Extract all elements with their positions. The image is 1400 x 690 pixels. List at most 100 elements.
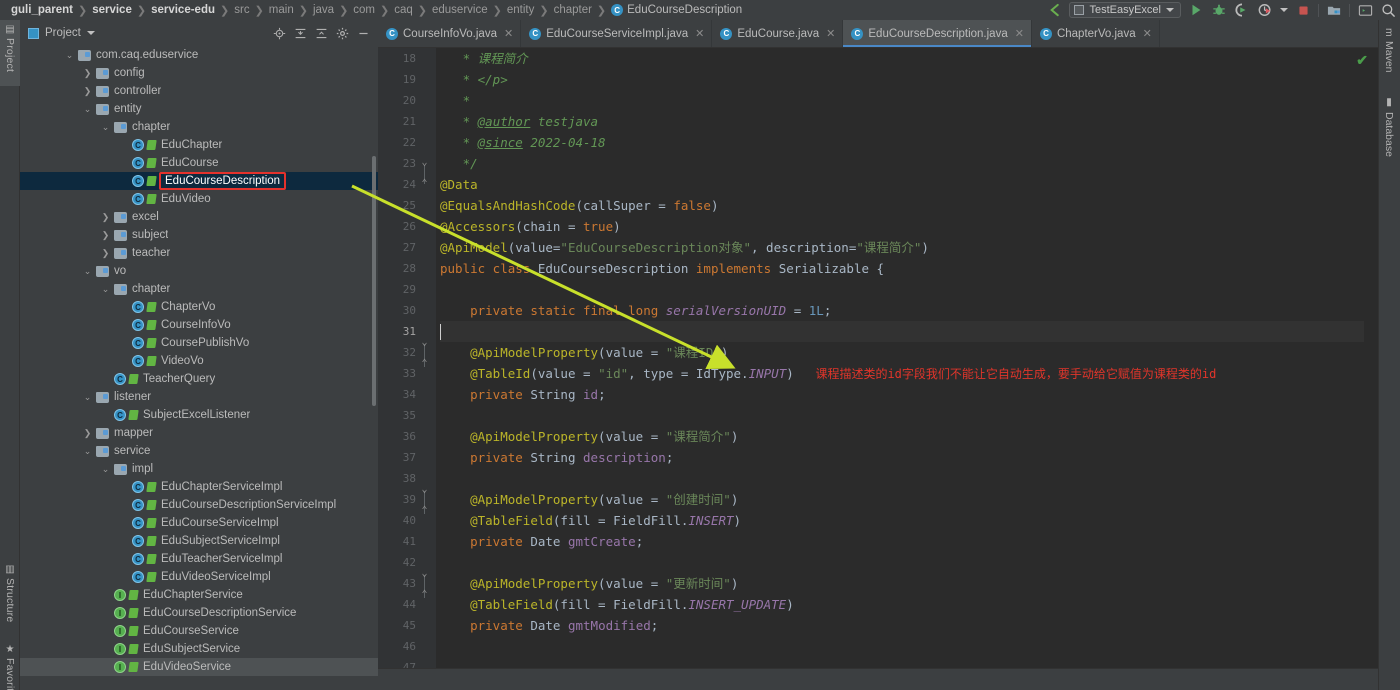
- fold-expand-icon-4[interactable]: ⌃: [419, 589, 430, 600]
- code-line[interactable]: * @since 2022-04-18: [440, 132, 1378, 153]
- tree-item[interactable]: ❯ mapper: [20, 424, 378, 442]
- fold-collapse-icon-4[interactable]: ⌄: [419, 568, 430, 579]
- sidebar-item-project[interactable]: ▤ Project: [0, 20, 20, 86]
- stop-icon[interactable]: [1295, 2, 1311, 18]
- editor-tab[interactable]: C CourseInfoVo.java ✕: [378, 20, 522, 47]
- code-line[interactable]: private static final long serialVersionU…: [440, 300, 1378, 321]
- debug-icon[interactable]: [1211, 2, 1227, 18]
- tree-item[interactable]: C EduCourse: [20, 154, 378, 172]
- tree-item[interactable]: C EduTeacherServiceImpl: [20, 550, 378, 568]
- editor-tab-bar[interactable]: C CourseInfoVo.java ✕ C EduCourseServiceImpl…: [378, 20, 1378, 48]
- code-line[interactable]: [440, 552, 1378, 573]
- tree-item[interactable]: I EduChapterService: [20, 586, 378, 604]
- editor-tab[interactable]: C EduCourseServiceImpl.java ✕: [521, 20, 713, 47]
- tree-item[interactable]: ❯ teacher: [20, 244, 378, 262]
- code-line[interactable]: private Date gmtModified;: [440, 615, 1378, 636]
- editor-tab[interactable]: C ChapterVo.java ✕: [1032, 20, 1160, 47]
- code-line[interactable]: private String description;: [440, 447, 1378, 468]
- run-configuration-selector[interactable]: TestEasyExcel: [1069, 2, 1181, 18]
- chevron-down-icon[interactable]: [86, 31, 95, 35]
- tree-item[interactable]: C CoursePublishVo: [20, 334, 378, 352]
- code-text[interactable]: * 课程简介 * </p> * * @author testjava * @si…: [436, 48, 1378, 668]
- chevron-right-icon[interactable]: ❯: [82, 68, 93, 79]
- chevron-down-icon[interactable]: [1166, 8, 1174, 12]
- code-line[interactable]: @Data: [440, 174, 1378, 195]
- chevron-down-icon[interactable]: ⌄: [82, 104, 93, 115]
- chevron-down-icon[interactable]: ⌄: [82, 392, 93, 403]
- code-line[interactable]: @Accessors(chain = true): [440, 216, 1378, 237]
- run-with-coverage-icon[interactable]: [1234, 2, 1250, 18]
- chevron-right-icon[interactable]: ❯: [100, 230, 111, 241]
- tree-item[interactable]: ⌄ service: [20, 442, 378, 460]
- close-icon[interactable]: ✕: [502, 27, 513, 40]
- breadcrumb-item[interactable]: eduservice: [427, 4, 493, 16]
- terminal-icon[interactable]: [1357, 2, 1373, 18]
- breadcrumb-item[interactable]: caq: [389, 4, 418, 16]
- tree-item[interactable]: C EduVideoServiceImpl: [20, 568, 378, 586]
- chevron-down-icon[interactable]: ⌄: [100, 284, 111, 295]
- tree-item[interactable]: C ChapterVo: [20, 298, 378, 316]
- breadcrumb-item[interactable]: service: [87, 4, 137, 16]
- tree-item[interactable]: ⌄ entity: [20, 100, 378, 118]
- breadcrumb-item[interactable]: entity: [502, 4, 540, 16]
- sidebar-item-favorites[interactable]: ★ Favorites: [0, 640, 20, 690]
- sidebar-item-structure[interactable]: ▥ Structure: [0, 560, 20, 638]
- code-line[interactable]: [440, 657, 1378, 668]
- code-line[interactable]: @TableId(value = "id", type = IdType.INP…: [440, 363, 1378, 384]
- chevron-down-icon[interactable]: ⌄: [82, 266, 93, 277]
- code-line[interactable]: *: [440, 90, 1378, 111]
- close-icon[interactable]: ✕: [1141, 27, 1152, 40]
- code-line[interactable]: private Date gmtCreate;: [440, 531, 1378, 552]
- tree-item[interactable]: ⌄ chapter: [20, 118, 378, 136]
- code-line[interactable]: @ApiModelProperty(value = "更新时间"): [440, 573, 1378, 594]
- locate-icon[interactable]: [272, 26, 287, 41]
- code-line[interactable]: @EqualsAndHashCode(callSuper = false): [440, 195, 1378, 216]
- fold-collapse-icon[interactable]: ⌄: [419, 157, 430, 168]
- editor-tab[interactable]: C EduCourseDescription.java ✕: [843, 20, 1032, 47]
- project-tree[interactable]: ⌄ com.caq.eduservice ❯ config ❯ controller ⌄ en…: [20, 46, 378, 690]
- code-line[interactable]: [440, 405, 1378, 426]
- close-icon[interactable]: ✕: [824, 27, 835, 40]
- tree-item[interactable]: C EduVideo: [20, 190, 378, 208]
- breadcrumb-item-class[interactable]: C EduCourseDescription: [606, 4, 742, 16]
- tree-item[interactable]: I EduCourseService: [20, 622, 378, 640]
- tree-item[interactable]: C SubjectExcelListener: [20, 406, 378, 424]
- fold-expand-icon-3[interactable]: ⌃: [419, 505, 430, 516]
- chevron-down-icon[interactable]: ⌄: [100, 464, 111, 475]
- code-line[interactable]: @TableField(fill = FieldFill.INSERT_UPDA…: [440, 594, 1378, 615]
- sidebar-item-database[interactable]: ▮ Database: [1378, 92, 1400, 170]
- tree-item[interactable]: C EduChapter: [20, 136, 378, 154]
- code-line[interactable]: [440, 468, 1378, 489]
- close-icon[interactable]: ✕: [1013, 27, 1024, 40]
- fold-expand-icon[interactable]: ⌃: [419, 178, 430, 189]
- chevron-right-icon[interactable]: ❯: [100, 248, 111, 259]
- code-line[interactable]: * @author testjava: [440, 111, 1378, 132]
- chevron-right-icon[interactable]: ❯: [82, 428, 93, 439]
- fold-expand-icon-2[interactable]: ⌃: [419, 358, 430, 369]
- breadcrumb-item[interactable]: main: [264, 4, 299, 16]
- tree-item[interactable]: C VideoVo: [20, 352, 378, 370]
- tree-item[interactable]: I EduSubjectService: [20, 640, 378, 658]
- code-line[interactable]: [440, 321, 1378, 342]
- tree-item[interactable]: C EduCourseServiceImpl: [20, 514, 378, 532]
- chevron-down-icon[interactable]: ⌄: [64, 50, 75, 61]
- build-project-icon[interactable]: [1326, 2, 1342, 18]
- tree-scrollbar[interactable]: [372, 156, 376, 406]
- breadcrumb-item[interactable]: src: [229, 4, 254, 16]
- chevron-down-icon[interactable]: ⌄: [100, 122, 111, 133]
- tree-item[interactable]: C EduCourseDescriptionServiceImpl: [20, 496, 378, 514]
- settings-gear-icon[interactable]: [335, 26, 350, 41]
- breadcrumb-item[interactable]: java: [308, 4, 339, 16]
- breadcrumb-item[interactable]: chapter: [549, 4, 597, 16]
- editor-tab[interactable]: C EduCourse.java ✕: [712, 20, 844, 47]
- tree-item[interactable]: C CourseInfoVo: [20, 316, 378, 334]
- back-arrow-icon[interactable]: [1046, 2, 1062, 18]
- chevron-right-icon[interactable]: ❯: [82, 86, 93, 97]
- expand-all-icon[interactable]: [293, 26, 308, 41]
- inspection-status-badge[interactable]: ✔: [1356, 52, 1368, 69]
- chevron-right-icon[interactable]: ❯: [100, 212, 111, 223]
- tree-item[interactable]: I EduVideoService: [20, 658, 378, 676]
- fold-collapse-icon-2[interactable]: ⌄: [419, 337, 430, 348]
- code-line[interactable]: @ApiModelProperty(value = "课程简介"): [440, 426, 1378, 447]
- tree-item[interactable]: C TeacherQuery: [20, 370, 378, 388]
